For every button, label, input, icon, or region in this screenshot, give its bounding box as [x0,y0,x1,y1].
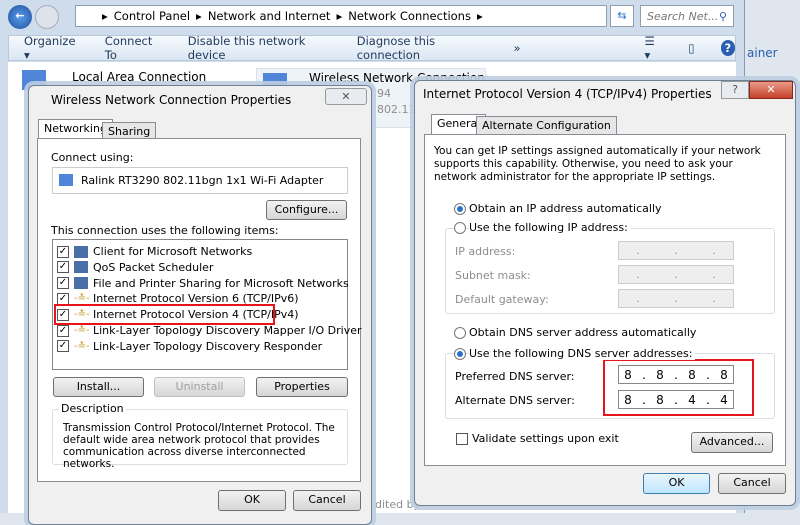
connect-to-button[interactable]: Connect To [105,34,162,62]
protocol-icon: -≛- [74,293,90,305]
disable-device-button[interactable]: Disable this network device [188,34,331,62]
advanced-button[interactable]: Advanced... [691,432,773,453]
adapter-icon [59,174,73,186]
validate-checkbox[interactable] [456,433,468,445]
search-icon: ⚲ [718,10,727,23]
refresh-button[interactable]: ⇆ [610,5,634,27]
subnet-mask-field: ... [618,265,734,284]
cancel-button[interactable]: Cancel [293,490,361,511]
general-panel: You can get IP settings assigned automat… [424,134,786,466]
default-gateway-label: Default gateway: [455,293,549,306]
alternate-dns-label: Alternate DNS server: [455,394,575,407]
more-button[interactable]: » [513,41,520,55]
connection-detail: 94 [377,87,391,100]
bc-sep-icon: ▸ [336,9,343,23]
validate-label[interactable]: Validate settings upon exit [472,432,619,445]
ok-button[interactable]: OK [218,490,286,511]
network-component-icon [74,261,88,274]
use-dns-radio[interactable] [454,348,466,360]
item-label: Link-Layer Topology Discovery Responder [93,339,323,353]
protocol-icon: -≛- [74,340,90,352]
item-checkbox[interactable]: ✓ [57,277,69,290]
help-button[interactable]: ? [721,81,749,99]
install-button[interactable]: Install... [53,377,144,397]
item-checkbox[interactable]: ✓ [57,245,69,258]
use-dns-label[interactable]: Use the following DNS server addresses: [469,347,696,360]
item-checkbox[interactable]: ✓ [57,324,69,337]
subnet-mask-label: Subnet mask: [455,269,531,282]
adapter-name: Ralink RT3290 802.11bgn 1x1 Wi-Fi Adapte… [81,174,324,187]
use-ip-label[interactable]: Use the following IP address: [469,221,631,234]
back-button[interactable]: ← [8,5,32,29]
item-label: Client for Microsoft Networks [93,245,253,258]
networking-panel: Connect using: Ralink RT3290 802.11bgn 1… [37,138,362,482]
intro-text: You can get IP settings assigned automat… [434,145,761,183]
properties-button[interactable]: Properties [256,377,348,397]
network-component-icon [74,277,88,290]
items-label: This connection uses the following items… [51,224,279,237]
close-button[interactable]: ✕ [749,81,793,99]
item-checkbox[interactable]: ✓ [57,292,69,305]
static-ip-group: IP address: ... Subnet mask: ... Default… [445,228,775,314]
obtain-ip-radio[interactable] [454,203,466,215]
highlight-box [603,359,754,416]
view-icon[interactable]: ☰ ▾ [645,34,663,62]
connect-using-label: Connect using: [51,151,134,164]
preview-pane-icon[interactable]: ▯ [688,41,694,55]
description-group: Description Transmission Control Protoco… [52,402,348,470]
diagnose-button[interactable]: Diagnose this connection [357,34,488,62]
uninstall-button: Uninstall [154,377,245,397]
bc-sep-icon: ▸ [102,9,108,23]
description-label: Description [59,402,126,415]
connection-local-area[interactable]: Local Area Connection [72,70,206,84]
item-label: QoS Packet Scheduler [93,260,214,274]
wireless-properties-dialog: Wireless Network Connection Properties ✕… [28,85,372,525]
items-list[interactable]: ✓ Client for Microsoft Networks ✓ QoS Packe… [52,239,362,370]
ip-address-label: IP address: [455,245,516,258]
item-label: Link-Layer Topology Discovery Mapper I/O… [93,324,362,337]
forward-button[interactable] [35,5,59,29]
command-bar: Organize ▾ Connect To Disable this netwo… [8,34,736,62]
dialog-title: Internet Protocol Version 4 (TCP/IPv4) P… [423,87,712,101]
close-button[interactable]: ✕ [325,88,367,105]
configure-button[interactable]: Configure... [266,200,347,220]
breadcrumb-network-internet[interactable]: Network and Internet [208,9,331,23]
list-item[interactable]: ✓ QoS Packet Scheduler [57,260,213,275]
list-item[interactable]: ✓ -≛- Link-Layer Topology Discovery Respon… [57,339,322,354]
ip-address-field: ... [618,241,734,260]
address-bar[interactable]: ▸ Control Panel ▸ Network and Internet ▸ Ne… [75,5,607,27]
description-text: Transmission Control Protocol/Internet P… [63,422,335,470]
bc-sep-icon: ▸ [196,9,202,23]
network-component-icon [74,245,88,258]
list-item[interactable]: ✓ File and Printer Sharing for Microsoft … [57,276,349,291]
ipv4-properties-dialog: Internet Protocol Version 4 (TCP/IPv4) P… [414,80,796,506]
list-item[interactable]: ✓ -≛- Link-Layer Topology Discovery Mapper… [57,323,362,338]
item-label: File and Printer Sharing for Microsoft N… [93,276,349,290]
dns-group: Preferred DNS server: 8.8.8.8 Alternate … [445,353,775,419]
item-checkbox[interactable]: ✓ [57,340,69,353]
dialog-title: Wireless Network Connection Properties [51,93,292,107]
search-input[interactable]: Search Net... ⚲ [640,5,734,27]
obtain-dns-radio[interactable] [454,327,466,339]
cancel-button[interactable]: Cancel [718,473,786,494]
partial-link[interactable]: ainer [747,46,778,60]
default-gateway-field: ... [618,289,734,308]
protocol-icon: -≛- [74,325,90,336]
obtain-dns-label[interactable]: Obtain DNS server address automatically [469,326,696,339]
ok-button[interactable]: OK [643,473,710,494]
organize-menu[interactable]: Organize ▾ [24,34,79,62]
adapter-box: Ralink RT3290 802.11bgn 1x1 Wi-Fi Adapte… [52,167,348,194]
use-ip-radio[interactable] [454,222,466,234]
item-checkbox[interactable]: ✓ [57,261,69,274]
tab-sharing[interactable]: Sharing [102,122,157,139]
help-icon[interactable]: ? [720,40,735,56]
breadcrumb-network-connections[interactable]: Network Connections [348,9,471,23]
preferred-dns-label: Preferred DNS server: [455,370,575,383]
bc-sep-icon: ▸ [476,9,483,23]
obtain-ip-label[interactable]: Obtain an IP address automatically [469,202,662,215]
tab-alternate-configuration[interactable]: Alternate Configuration [476,116,617,135]
list-item[interactable]: ✓ Client for Microsoft Networks [57,244,252,259]
breadcrumb-control-panel[interactable]: Control Panel [114,9,190,23]
